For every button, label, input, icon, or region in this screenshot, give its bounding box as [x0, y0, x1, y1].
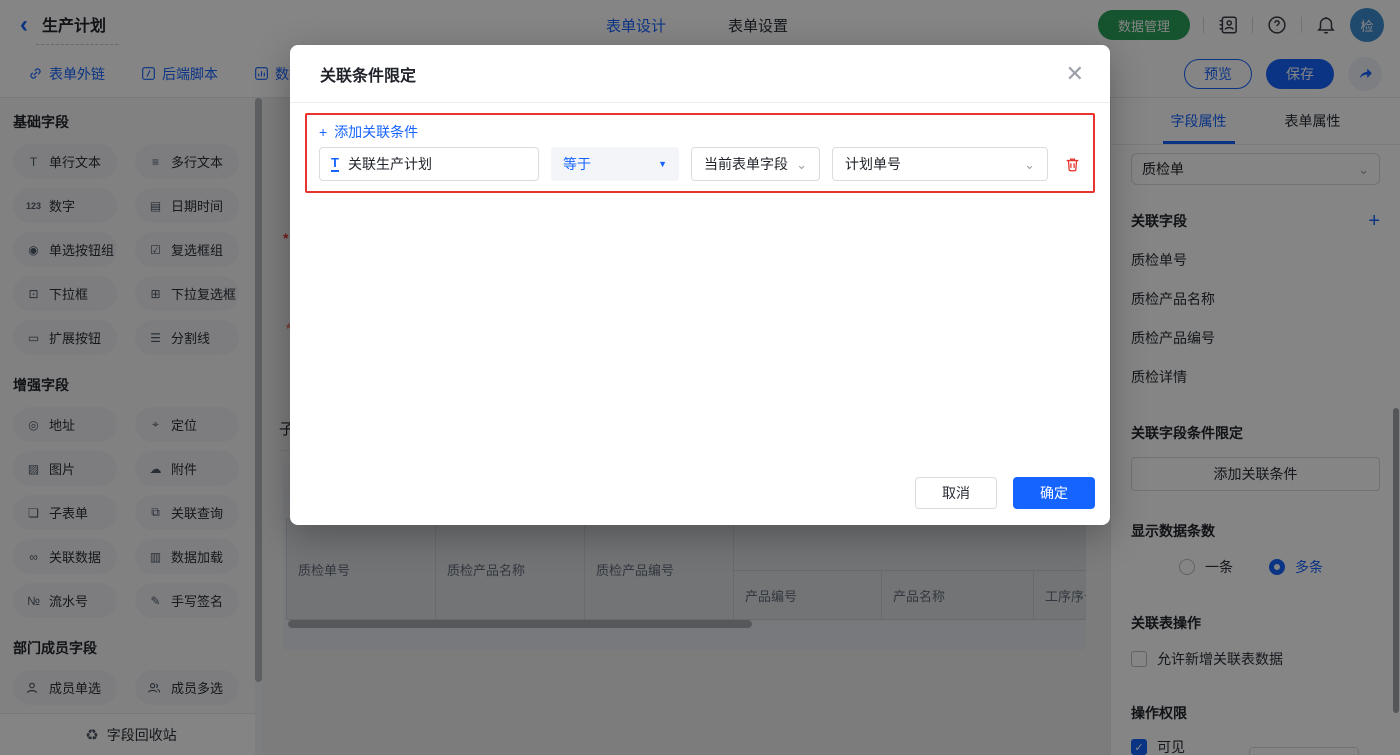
dialog-footer: 取消 确定 — [915, 477, 1095, 509]
app-window: ‹ 生产计划 表单设计 表单设置 数据管理 检 表单外链 后端脚本 数据 预览 … — [0, 0, 1400, 755]
dialog-title: 关联条件限定 — [320, 67, 417, 85]
add-condition-link-label: 添加关联条件 — [334, 124, 419, 140]
source-field-select[interactable]: 计划单号 ⌄ — [832, 147, 1048, 181]
chevron-down-icon: ⌄ — [796, 156, 807, 172]
cancel-button[interactable]: 取消 — [915, 477, 997, 509]
dialog-header: 关联条件限定 ✕ — [290, 45, 1110, 103]
source-type-select[interactable]: 当前表单字段 ⌄ — [691, 147, 820, 181]
plus-icon: + — [319, 124, 328, 140]
add-condition-link[interactable]: + 添加关联条件 — [319, 123, 1081, 141]
related-field-input[interactable]: T 关联生产计划 — [319, 147, 539, 181]
operator-select[interactable]: 等于 ▼ — [551, 147, 679, 181]
confirm-button[interactable]: 确定 — [1013, 477, 1095, 509]
highlighted-condition-area: + 添加关联条件 T 关联生产计划 等于 ▼ 当前表单字段 ⌄ 计划单号 ⌄ — [305, 113, 1095, 193]
text-field-icon: T — [331, 155, 339, 172]
source-type-value: 当前表单字段 — [704, 156, 788, 172]
chevron-down-icon: ⌄ — [1024, 156, 1035, 172]
field-input-value: 关联生产计划 — [347, 156, 432, 172]
caret-down-icon: ▼ — [658, 159, 667, 169]
operator-value: 等于 — [563, 156, 591, 172]
close-icon[interactable]: ✕ — [1066, 62, 1084, 85]
source-field-value: 计划单号 — [845, 156, 901, 172]
condition-limit-dialog: 关联条件限定 ✕ + 添加关联条件 T 关联生产计划 等于 ▼ 当前表单字段 ⌄… — [290, 45, 1110, 525]
delete-condition-icon[interactable] — [1064, 156, 1081, 173]
condition-row: T 关联生产计划 等于 ▼ 当前表单字段 ⌄ 计划单号 ⌄ — [319, 147, 1081, 181]
dialog-body: + 添加关联条件 T 关联生产计划 等于 ▼ 当前表单字段 ⌄ 计划单号 ⌄ — [290, 103, 1110, 203]
